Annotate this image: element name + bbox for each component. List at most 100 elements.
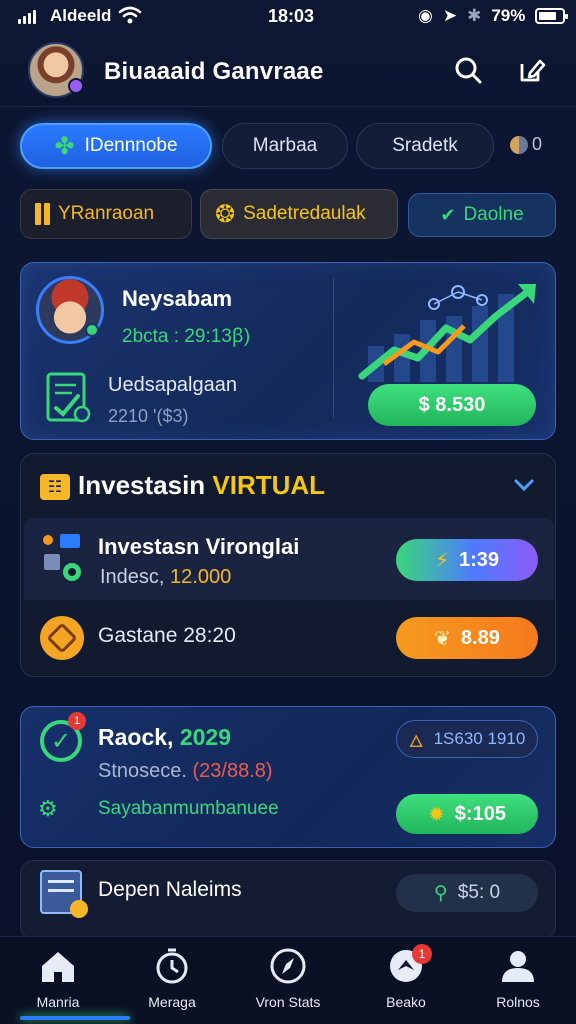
nav-item-home[interactable]: Manria: [8, 946, 108, 1010]
tabs-more-count: 0: [532, 134, 543, 154]
flame-icon: 🜂: [408, 731, 424, 751]
chip-0-label: YRanraoan: [58, 203, 155, 224]
invest-item-0-title: Investasn Vironglаi: [98, 534, 300, 559]
tab-2[interactable]: Sradetk: [356, 123, 494, 169]
chip-1[interactable]: ❂ Sadetredaulak: [200, 189, 398, 239]
key-icon: ⚲: [433, 882, 448, 904]
deposit-title: Depen Naleims: [98, 878, 242, 901]
location-icon: ➤: [442, 6, 458, 25]
invest-section-title: Investasin VIRTUAL: [78, 470, 325, 501]
user-name: Neysabam: [122, 286, 233, 311]
bluetooth-icon: ✱: [467, 6, 482, 25]
chip-0[interactable]: YRanraoan: [20, 189, 192, 239]
report-link[interactable]: Sayabanmumbanuee: [98, 798, 279, 820]
invest-item-0-sub-prefix: Indesc,: [100, 566, 165, 588]
report-title-prefix: Raock,: [98, 724, 174, 750]
clover-icon: ✤: [54, 132, 75, 160]
clock-icon: [156, 948, 188, 984]
fish-icon: ❂: [215, 200, 236, 228]
amount-button-label: $ 8.530: [418, 393, 486, 416]
chevron-down-icon[interactable]: [512, 476, 536, 494]
tab-2-label: Sradetk: [392, 135, 458, 156]
app-title: Biuaaaid Ganvraae: [104, 58, 324, 85]
columns-icon: [35, 203, 50, 225]
nav-badge: 1: [412, 944, 432, 964]
user-avatar[interactable]: [36, 276, 104, 344]
investment-icon: [43, 534, 81, 581]
chip-2-label: Daolne: [463, 204, 524, 225]
report-sub-value: (23/88.8): [192, 760, 273, 782]
signal-icon: [18, 10, 36, 24]
compass-icon: [270, 948, 306, 984]
invest-item-0-button[interactable]: ⚡ 1:39: [396, 539, 538, 581]
invest-item-1-button[interactable]: ❦ 8.89: [396, 617, 538, 659]
profile-avatar[interactable]: [28, 42, 84, 98]
carrier-name: Aldeeld: [50, 6, 112, 25]
battery-percent: 79%: [491, 6, 526, 25]
growth-chart-illustration: [358, 284, 536, 382]
nav-item-stats[interactable]: Vron Stats: [238, 946, 338, 1010]
search-icon[interactable]: [452, 54, 484, 86]
invest-item-0-button-label: 1:39: [459, 548, 500, 571]
nav-item-wallet[interactable]: Beako: [356, 946, 456, 1010]
report-title-year: 2029: [179, 724, 231, 750]
invest-item-1-title: Gastane 28:20: [98, 624, 236, 647]
deposit-button[interactable]: ⚲ $5: 0: [396, 874, 538, 912]
wifi-icon: [118, 6, 142, 24]
report-badge: 1: [68, 712, 86, 730]
report-title: Raock, 2029: [98, 724, 231, 751]
invest-title-prefix: Investasin: [78, 470, 206, 500]
user-icon: [502, 951, 534, 982]
tab-0-label: IDennnobe: [84, 135, 178, 156]
bolt-icon: ⚡: [434, 549, 449, 572]
document-check-icon: [46, 372, 91, 423]
home-icon: [42, 952, 74, 982]
tabs-more[interactable]: 0: [510, 134, 542, 155]
tab-1[interactable]: Marbaa: [222, 123, 348, 169]
invest-title-highlight: VIRTUAL: [212, 470, 326, 500]
report-chip[interactable]: 🜂 1S630 1910: [396, 720, 538, 758]
status-right: ◉ ➤ ✱ 79%: [418, 6, 569, 26]
nav-item-profile[interactable]: Rolnos: [468, 946, 568, 1010]
invest-item-1-button-label: 8.89: [460, 626, 500, 649]
doc-title: Uedsapalgaan: [108, 374, 237, 396]
nav-active-indicator: [20, 1016, 130, 1020]
nav-label-0: Manria: [36, 994, 80, 1010]
status-bar: Aldeeld 18:03 ◉ ➤ ✱ 79%: [0, 0, 576, 34]
sun-icon: ✹: [428, 803, 445, 826]
amount-button[interactable]: $ 8.530: [368, 384, 536, 426]
nav-label-4: Rolnos: [496, 994, 540, 1010]
report-button-label: $:105: [454, 802, 506, 825]
deposit-document-icon: [40, 870, 88, 918]
invest-item-0-sub-value: 12.000: [170, 566, 232, 588]
report-button[interactable]: ✹ $:105: [396, 794, 538, 834]
edit-icon[interactable]: [516, 54, 548, 86]
tab-1-label: Marbaa: [252, 135, 318, 156]
battery-icon: [535, 8, 569, 24]
invest-item-0-sub: Indesc, 12.000: [100, 566, 231, 589]
coin-icon: [510, 135, 528, 154]
card-divider: [333, 278, 334, 418]
user-detail: 2bcta : 29:13ꞵ): [122, 326, 251, 347]
focus-icon: ◉: [418, 6, 433, 25]
gear-icon: ⚙: [38, 796, 58, 821]
leaf-icon: ❦: [434, 627, 451, 650]
report-sub-prefix: Stnosece.: [98, 760, 187, 782]
avatar-badge: [68, 78, 84, 94]
report-sub: Stnosece. (23/88.8): [98, 760, 273, 783]
header-divider: [0, 106, 576, 107]
nav-label-3: Beako: [386, 994, 426, 1010]
gas-icon: [40, 616, 84, 660]
nav-label-2: Vron Stats: [255, 994, 321, 1010]
chip-2[interactable]: ✔ Daolne: [408, 193, 556, 237]
invest-section-icon: ☷: [40, 474, 70, 500]
nav-label-1: Merаga: [148, 994, 196, 1010]
deposit-button-label: $5: 0: [457, 882, 501, 903]
nav-item-time[interactable]: Merаga: [122, 946, 222, 1010]
tab-0[interactable]: ✤ IDennnobe: [20, 123, 212, 169]
chip-1-label: Sadetredaulak: [243, 203, 366, 224]
doc-subtitle: 2210 '($3): [108, 406, 189, 426]
check-icon: ✔: [440, 204, 456, 225]
clock-time: 18:03: [268, 6, 315, 26]
report-chip-label: 1S630 1910: [433, 729, 526, 748]
